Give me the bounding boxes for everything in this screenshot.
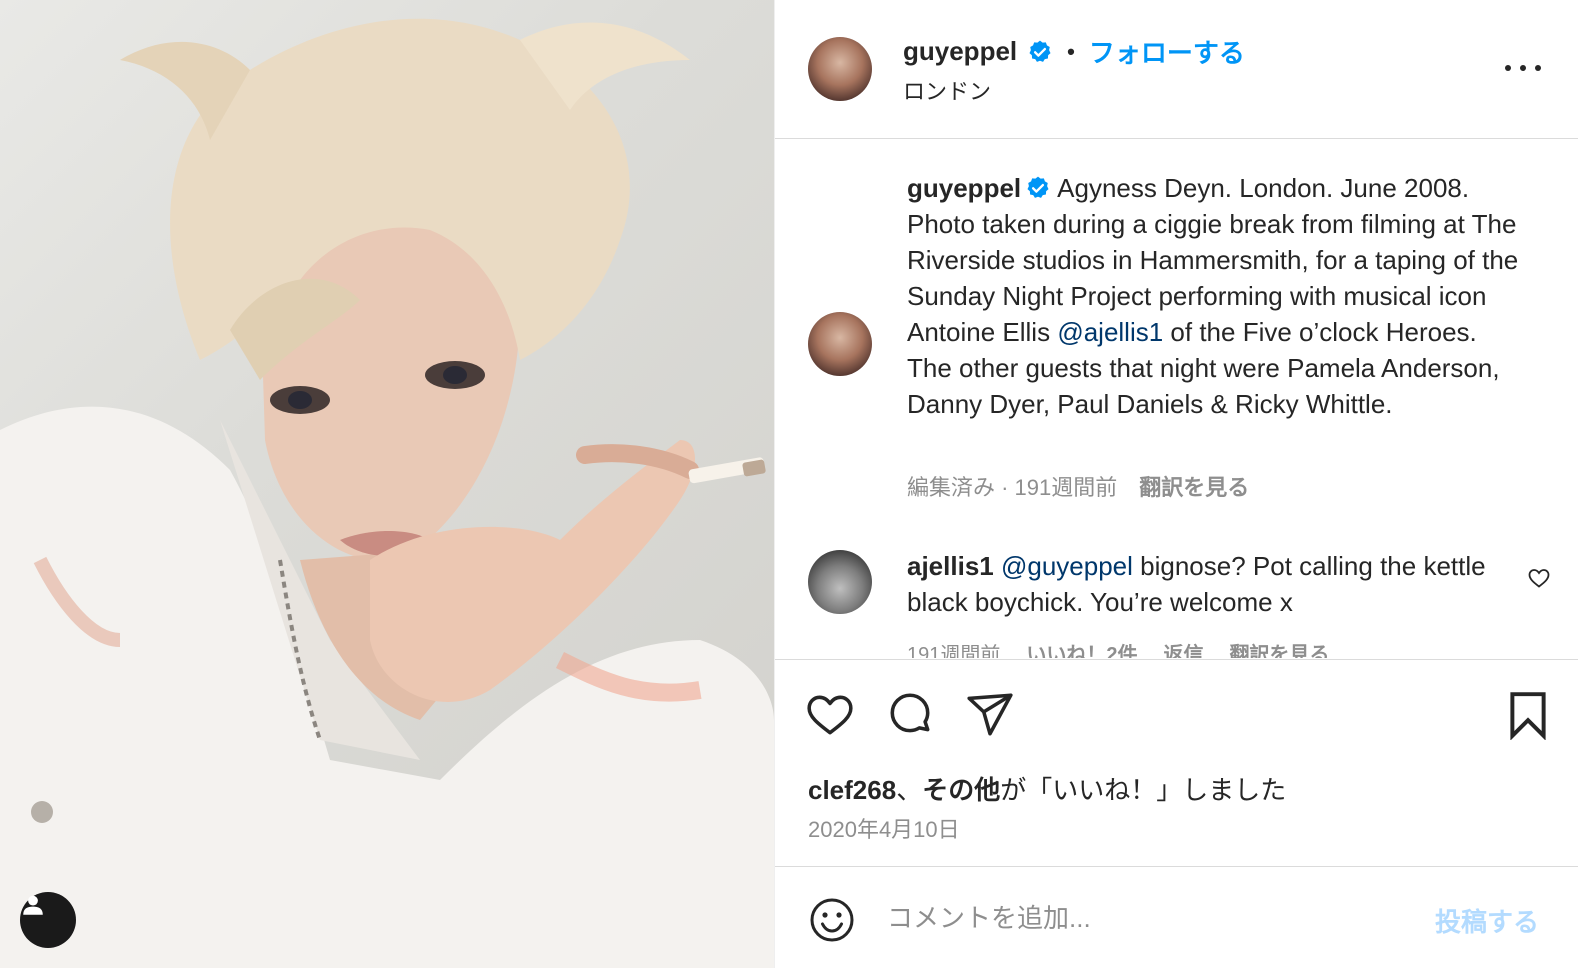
likes-separator: 、 — [896, 775, 923, 805]
comment-time: 191週間前 — [907, 644, 1001, 658]
comment-input[interactable] — [887, 898, 1407, 938]
user-tag-button[interactable] — [20, 892, 76, 948]
verified-badge-icon — [1027, 176, 1049, 198]
post-actions: clef268、その他が「いいね！」しました 2020年4月10日 — [775, 659, 1578, 867]
caption: guyeppel Agyness Deyn. London. June 2008… — [907, 170, 1527, 422]
author-row: guyeppel • フォローする — [903, 33, 1245, 70]
post-date[interactable]: 2020年4月10日 — [808, 812, 960, 844]
author-avatar[interactable] — [808, 37, 872, 101]
share-icon[interactable] — [965, 690, 1015, 740]
comment-icon[interactable] — [885, 690, 935, 740]
comment-meta: 191週間前 いいね！2件 返信 翻訳を見る — [907, 638, 1330, 658]
likes-summary: clef268、その他が「いいね！」しました — [808, 770, 1286, 807]
header-separator: • — [1067, 38, 1075, 64]
comment-text: bignose? Pot calling the kettle black bo… — [907, 551, 1486, 617]
caption-meta: 編集済み · 191週間前 翻訳を見る — [907, 470, 1249, 502]
caption-username[interactable]: guyeppel — [907, 173, 1021, 203]
caption-mention[interactable]: @ajellis1 — [1057, 317, 1163, 347]
add-comment-bar: 投稿する — [775, 868, 1578, 968]
comment-username[interactable]: ajellis1 — [907, 551, 994, 581]
comments-list[interactable]: guyeppel Agyness Deyn. London. June 2008… — [775, 140, 1578, 658]
caption-edited-time: 編集済み · 191週間前 — [907, 475, 1118, 500]
post-header: guyeppel • フォローする ロンドン — [775, 0, 1578, 139]
post-photo[interactable] — [0, 0, 774, 968]
comment-reply-button[interactable]: 返信 — [1164, 638, 1204, 658]
likes-suffix: が「いいね！」しました — [1000, 775, 1287, 805]
commenter-avatar[interactable] — [808, 550, 872, 614]
likes-user[interactable]: clef268 — [808, 775, 896, 805]
bookmark-icon[interactable] — [1503, 690, 1553, 740]
comment-like-heart-icon[interactable] — [1527, 566, 1551, 590]
user-tag-icon — [23, 895, 43, 915]
post-comment-button[interactable]: 投稿する — [1435, 902, 1539, 939]
caption-see-translation[interactable]: 翻訳を見る — [1139, 470, 1249, 502]
more-options-button[interactable] — [1505, 56, 1541, 80]
author-username[interactable]: guyeppel — [903, 36, 1017, 67]
verified-badge-icon — [1029, 40, 1051, 62]
more-options-icon — [1505, 65, 1511, 71]
post-location[interactable]: ロンドン — [903, 74, 991, 106]
post-side-panel: guyeppel • フォローする ロンドン guyeppel Agyness … — [774, 0, 1578, 968]
comment-likes-count[interactable]: いいね！2件 — [1026, 638, 1137, 658]
follow-button[interactable]: フォローする — [1089, 33, 1245, 70]
caption-avatar[interactable] — [808, 312, 872, 376]
photo-illustration — [0, 18, 774, 968]
comment-mention[interactable]: @guyeppel — [1001, 551, 1133, 581]
comment-item: ajellis1 @guyeppel bignose? Pot calling … — [907, 548, 1497, 620]
comment-see-translation[interactable]: 翻訳を見る — [1230, 638, 1330, 658]
emoji-icon[interactable] — [808, 896, 856, 944]
likes-others[interactable]: その他 — [922, 775, 1000, 805]
heart-icon[interactable] — [805, 690, 855, 740]
instagram-post-view: guyeppel • フォローする ロンドン guyeppel Agyness … — [0, 0, 1578, 968]
